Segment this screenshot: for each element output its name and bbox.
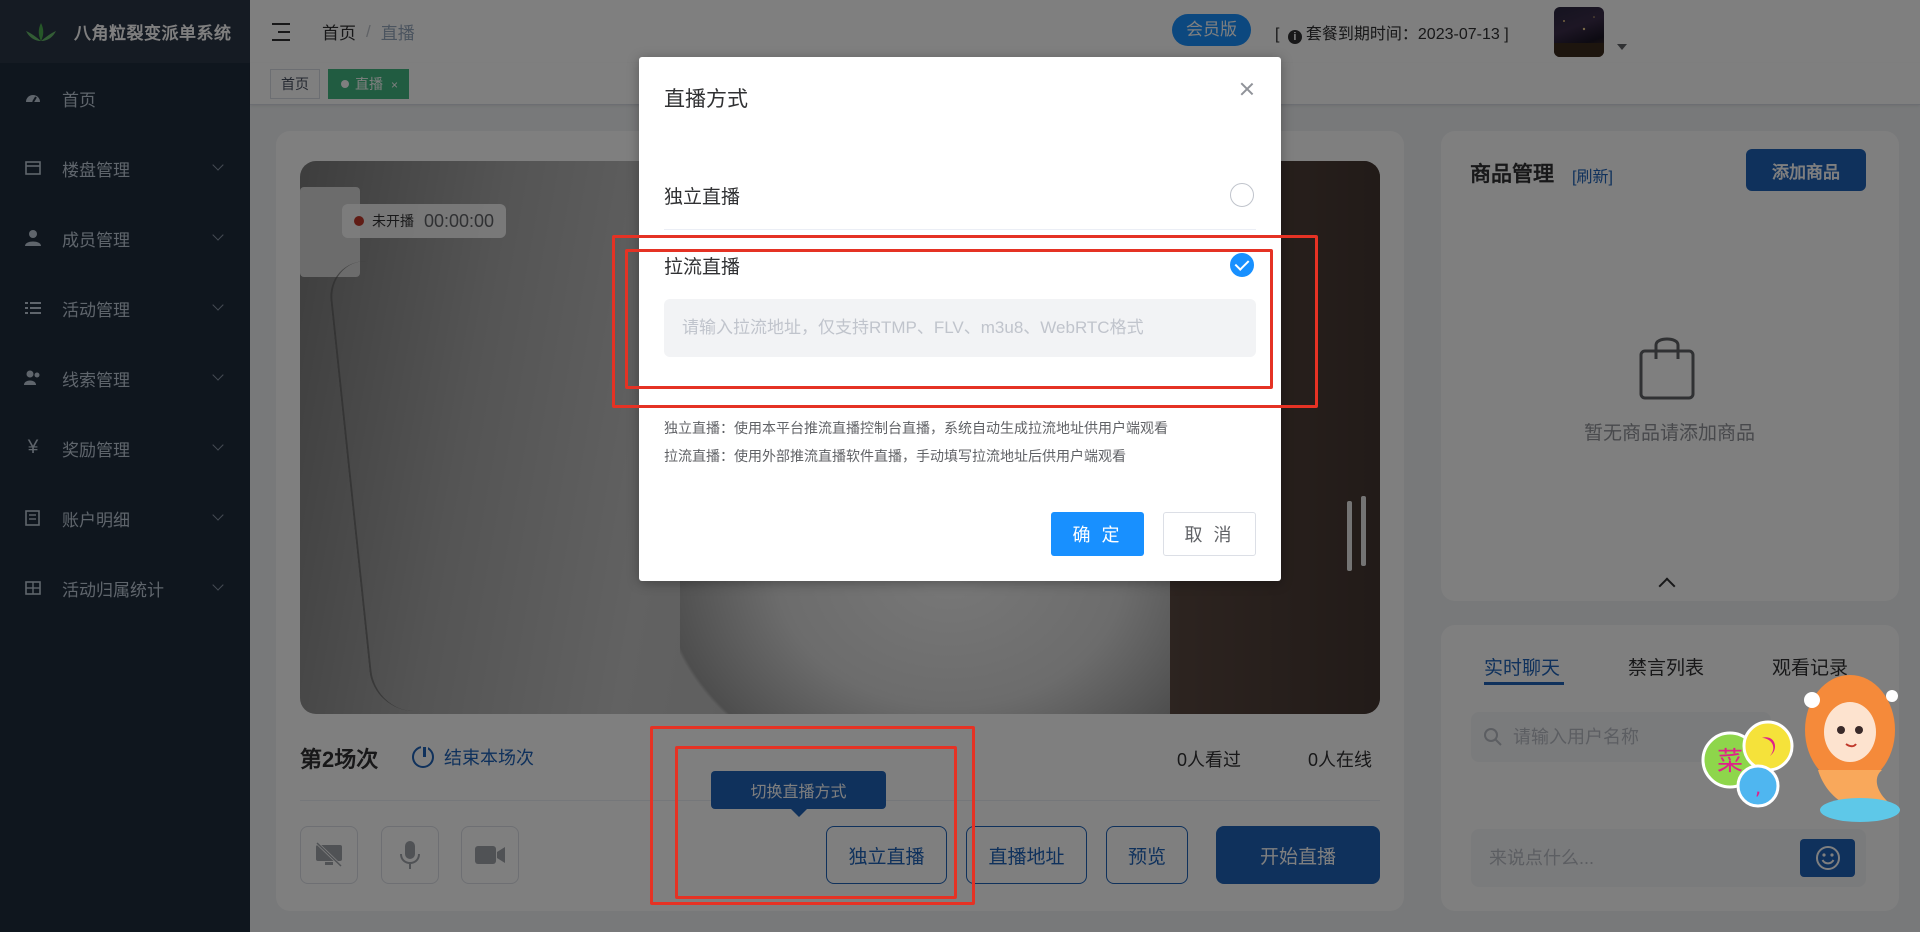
confirm-button[interactable]: 确 定 [1051, 512, 1144, 556]
mascot-widget[interactable]: 菜 , [1700, 660, 1915, 830]
radio-standalone[interactable] [1230, 183, 1254, 207]
mermaid-mascot-icon: 菜 , [1701, 675, 1900, 822]
svg-text:,: , [1755, 775, 1761, 799]
divider [664, 229, 1256, 230]
cancel-button[interactable]: 取 消 [1163, 512, 1256, 556]
annotation-box [675, 746, 957, 899]
close-icon[interactable] [1237, 79, 1257, 99]
annotation-box [625, 249, 1273, 389]
help-text: 独立直播：使用本平台推流直播控制台直播，系统自动生成拉流地址供用户端观看 [664, 420, 1168, 436]
mascot-glyph: 菜 [1717, 747, 1743, 777]
help-text: 拉流直播：使用外部推流直播软件直播，手动填写拉流地址后供用户端观看 [664, 448, 1126, 464]
option-label: 独立直播 [664, 186, 741, 208]
option-standalone-live[interactable]: 独立直播 [664, 165, 1256, 225]
dialog-title: 直播方式 [664, 88, 748, 111]
